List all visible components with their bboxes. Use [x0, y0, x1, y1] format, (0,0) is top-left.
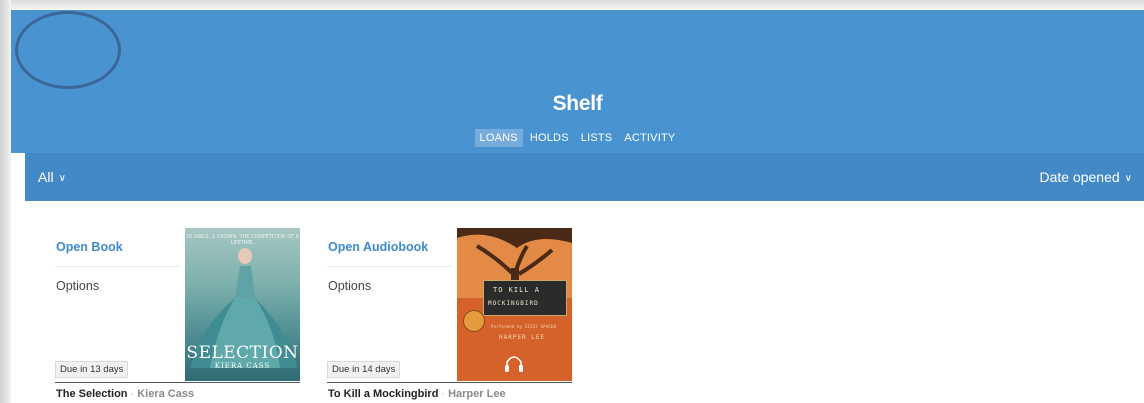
page-title: Shelf	[552, 92, 603, 115]
filter-dropdown[interactable]: All ∨	[38, 169, 66, 185]
tab-lists[interactable]: LISTS	[576, 129, 618, 147]
book-title[interactable]: The Selection	[56, 388, 128, 400]
cover-author: KIERA CASS	[214, 362, 271, 370]
due-badge: Due in 13 days	[55, 361, 129, 378]
window-shadow-top	[0, 0, 1144, 10]
chevron-down-icon: ∨	[58, 173, 66, 184]
separator-dot: ·	[441, 388, 446, 400]
book-author[interactable]: Kiera Cass	[137, 388, 194, 400]
filter-bar: All ∨ Date opened ∨	[25, 153, 1144, 201]
options-button[interactable]: Options	[56, 279, 99, 293]
app-frame: Shelf LOANS HOLDS LISTS ACTIVITY All ∨ Da…	[0, 0, 1144, 403]
book-title[interactable]: To Kill a Mockingbird	[328, 388, 438, 400]
filter-label: All	[38, 169, 54, 185]
open-audiobook-button[interactable]: Open Audiobook	[328, 240, 428, 254]
cover-title-line1: TO KILL A	[493, 286, 540, 294]
book-author[interactable]: Harper Lee	[448, 388, 505, 400]
book-card: Open Book Options Due in 13 days The Sel…	[55, 228, 300, 403]
due-badge: Due in 14 days	[327, 361, 401, 378]
book-title-line: To Kill a Mockingbird · Harper Lee	[328, 388, 506, 400]
cover-narrator: Performed by SISSY SPACEK	[491, 324, 557, 329]
tab-loans[interactable]: LOANS	[474, 129, 523, 147]
divider	[55, 266, 180, 267]
book-cover[interactable]: 35 GIRLS. 1 CROWN. THE COMPETITION OF A …	[185, 228, 300, 381]
book-title-line: The Selection · Kiera Cass	[56, 388, 194, 400]
cover-title: SELECTION	[186, 343, 299, 363]
cover-title-line2: MOCKINGBIRD	[488, 300, 539, 307]
divider	[327, 266, 452, 267]
window-shadow-left	[0, 0, 11, 403]
separator-dot: ·	[130, 388, 135, 400]
book-cover[interactable]: TO KILL A MOCKINGBIRD Performed by SISSY…	[457, 228, 572, 381]
award-badge-icon	[463, 310, 485, 332]
divider	[55, 382, 300, 383]
divider	[327, 382, 572, 383]
annotation-circle	[15, 11, 121, 89]
open-book-button[interactable]: Open Book	[56, 240, 123, 254]
headphones-icon	[505, 356, 523, 372]
sort-dropdown[interactable]: Date opened ∨	[1039, 169, 1132, 185]
chevron-down-icon: ∨	[1124, 173, 1132, 184]
cover-author: HARPER LEE	[499, 334, 546, 341]
tab-activity[interactable]: ACTIVITY	[619, 129, 680, 147]
tab-holds[interactable]: HOLDS	[525, 129, 574, 147]
shelf-header: Shelf LOANS HOLDS LISTS ACTIVITY	[11, 10, 1144, 153]
sort-label: Date opened	[1039, 169, 1120, 185]
cover-footer	[457, 344, 572, 381]
options-button[interactable]: Options	[328, 279, 371, 293]
shelf-tabs: LOANS HOLDS LISTS ACTIVITY	[11, 129, 1144, 147]
book-card: Open Audiobook Options Due in 14 days To…	[327, 228, 572, 403]
